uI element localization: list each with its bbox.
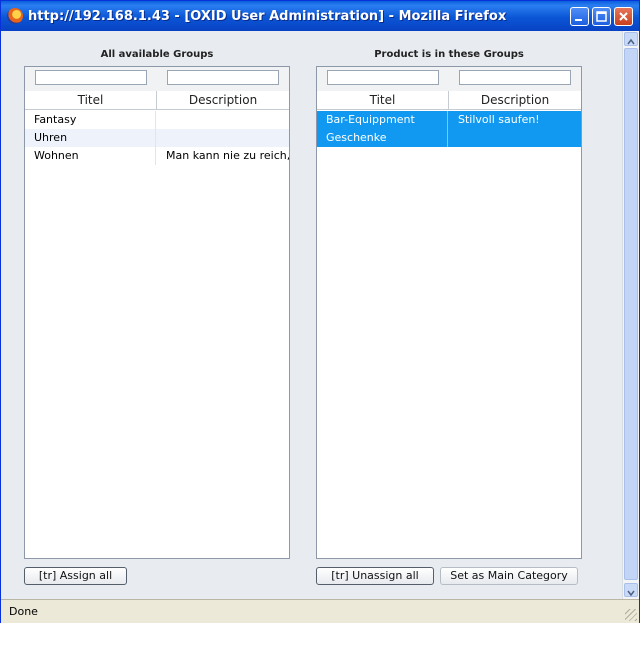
- maximize-icon: [596, 11, 607, 22]
- filter-titel-input[interactable]: [327, 70, 439, 85]
- cell-description: Man kann nie zu reich,: [166, 149, 289, 162]
- scroll-up-arrow[interactable]: [624, 32, 638, 46]
- cell-titel: Bar-Equippment: [317, 111, 448, 129]
- available-groups-grid: Titel Description Fantasy Uhren Wohnen M…: [24, 66, 290, 559]
- firefox-icon: [7, 8, 23, 24]
- table-row[interactable]: Wohnen Man kann nie zu reich,: [25, 147, 289, 165]
- cell-description: [449, 129, 581, 147]
- column-headers: Titel Description: [25, 91, 289, 110]
- cell-description: [157, 129, 289, 147]
- minimize-button[interactable]: [570, 7, 589, 26]
- assigned-groups-heading: Product is in these Groups: [374, 49, 524, 60]
- available-groups-heading: All available Groups: [100, 49, 214, 60]
- column-header-description[interactable]: Description: [157, 91, 289, 109]
- scroll-thumb[interactable]: [624, 48, 638, 580]
- unassign-all-button[interactable]: [tr] Unassign all: [316, 567, 434, 585]
- cell-description: [157, 111, 289, 129]
- cell-titel: Fantasy: [25, 111, 156, 129]
- title-bar[interactable]: http://192.168.1.43 - [OXID User Adminis…: [1, 1, 639, 31]
- cell-titel: Wohnen: [25, 147, 156, 165]
- minimize-icon: [575, 19, 582, 21]
- filter-row: [25, 67, 289, 92]
- browser-window: http://192.168.1.43 - [OXID User Adminis…: [0, 0, 640, 623]
- filter-description-input[interactable]: [167, 70, 279, 85]
- close-icon: [619, 12, 628, 21]
- maximize-button[interactable]: [592, 7, 611, 26]
- assigned-groups-grid: Titel Description Bar-Equippment Stilvol…: [316, 66, 582, 559]
- status-bar: Done: [1, 599, 639, 623]
- column-header-titel[interactable]: Titel: [25, 91, 157, 109]
- table-row-selected[interactable]: Geschenke: [317, 129, 581, 147]
- cell-titel: Uhren: [25, 129, 156, 147]
- assign-all-button[interactable]: [tr] Assign all: [24, 567, 127, 585]
- table-row[interactable]: Uhren: [25, 129, 289, 147]
- table-row-selected[interactable]: Bar-Equippment Stilvoll saufen!: [317, 111, 581, 129]
- filter-row: [317, 67, 581, 92]
- resize-grip-icon[interactable]: [625, 609, 637, 621]
- window-title: http://192.168.1.43 - [OXID User Adminis…: [28, 9, 507, 24]
- cell-titel: Geschenke: [317, 129, 448, 147]
- page-content: All available Groups Product is in these…: [5, 31, 621, 599]
- chevron-up-icon: [627, 38, 635, 45]
- column-header-description[interactable]: Description: [449, 91, 581, 109]
- cell-description: Stilvoll saufen!: [458, 113, 540, 126]
- column-headers: Titel Description: [317, 91, 581, 110]
- status-text: Done: [9, 605, 38, 618]
- scroll-down-arrow[interactable]: [624, 583, 638, 597]
- filter-titel-input[interactable]: [35, 70, 147, 85]
- chevron-down-icon: [627, 590, 635, 597]
- vertical-scrollbar[interactable]: [622, 31, 639, 599]
- filter-description-input[interactable]: [459, 70, 571, 85]
- set-main-category-button[interactable]: Set as Main Category: [440, 567, 578, 585]
- column-header-titel[interactable]: Titel: [317, 91, 449, 109]
- close-button[interactable]: [614, 7, 633, 26]
- table-row[interactable]: Fantasy: [25, 111, 289, 129]
